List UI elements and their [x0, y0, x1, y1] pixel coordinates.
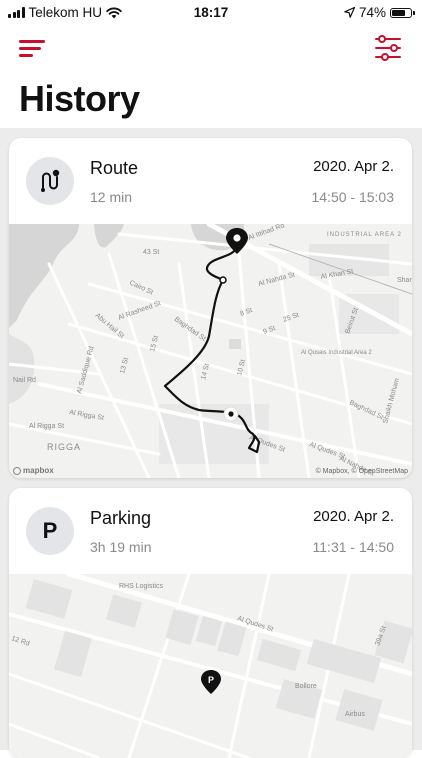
route-title: Route — [90, 158, 139, 178]
map-pin-icon — [226, 228, 248, 254]
street-label: Al Rigga St — [29, 423, 64, 430]
history-list: Route 12 min 2020. Apr 2. 14:50 - 15:03 — [0, 128, 422, 758]
street-label: 13 St — [119, 357, 130, 375]
street-label: Baghdad St — [348, 399, 384, 421]
water-area — [9, 224, 79, 328]
route-date: 2020. Apr 2. — [313, 158, 394, 175]
street-label: RIGGA — [47, 442, 81, 452]
street-label: Sharj — [397, 277, 412, 284]
mapbox-logo[interactable]: mapbox — [13, 466, 54, 475]
park-area — [9, 334, 35, 404]
route-card[interactable]: Route 12 min 2020. Apr 2. 14:50 - 15:03 — [9, 138, 412, 478]
street-label: 10 St — [236, 359, 247, 377]
parking-card[interactable]: P Parking 3h 19 min 2020. Apr 2. 11:31 -… — [9, 488, 412, 758]
map-attribution[interactable]: © Mapbox, © OpenStreetMap — [316, 468, 408, 475]
status-right: 74% — [344, 5, 415, 20]
parking-card-header: P Parking 3h 19 min 2020. Apr 2. 11:31 -… — [9, 488, 412, 574]
route-map[interactable]: Al Ittihad Rd Al Nahda St Al Khan St Cai… — [9, 224, 412, 478]
route-duration: 12 min — [90, 189, 133, 205]
route-icon-badge — [26, 157, 74, 205]
location-arrow-icon — [344, 7, 355, 18]
parking-map-canvas: RHS Logistics Al Qudes St 39a St 12 Rd B… — [9, 574, 412, 758]
buildings — [25, 579, 412, 731]
route-time-range: 14:50 - 15:03 — [311, 189, 394, 205]
parking-icon: P — [42, 518, 58, 543]
parking-duration: 3h 19 min — [90, 539, 152, 555]
street-label: RHS Logistics — [119, 583, 163, 590]
street-label: Airbus — [345, 711, 365, 718]
parking-map[interactable]: RHS Logistics Al Qudes St 39a St 12 Rd B… — [9, 574, 412, 758]
street-label: 14 St — [200, 363, 211, 381]
map-block — [229, 339, 241, 349]
street-label: Al Rigga St — [69, 409, 105, 422]
route-waypoint — [219, 276, 227, 284]
route-icon — [41, 169, 60, 192]
sliders-filter-icon — [375, 35, 401, 61]
street-label: Al Saddique Rd — [76, 346, 95, 395]
parking-date: 2020. Apr 2. — [313, 508, 394, 525]
page-title: History — [19, 78, 140, 119]
route-map-canvas: Al Ittihad Rd Al Nahda St Al Khan St Cai… — [9, 224, 412, 478]
parking-icon-badge: P — [26, 507, 74, 555]
street-label: INDUSTRIAL AREA 2 — [327, 232, 402, 238]
battery-icon — [390, 7, 415, 18]
menu-line — [19, 40, 45, 43]
filter-button[interactable] — [374, 34, 402, 62]
menu-line — [19, 54, 33, 57]
menu-button[interactable] — [19, 37, 45, 59]
street-label: Bollore — [295, 683, 317, 690]
street-label: Al Nahda St — [258, 271, 296, 287]
water-area — [94, 224, 124, 248]
menu-line — [19, 47, 41, 50]
street-label: Al Qusais Industrial Area 2 — [301, 350, 372, 356]
parking-time-range: 11:31 - 14:50 — [312, 539, 394, 555]
parking-pin-icon: P — [201, 670, 221, 694]
status-bar: Telekom HU 18:17 74% — [0, 0, 422, 26]
battery-percent: 74% — [358, 5, 386, 20]
street-label: 8 St — [239, 307, 253, 318]
street-label: Al Ittihad Rd — [247, 224, 285, 242]
parking-title: Parking — [90, 508, 152, 528]
parking-pin-label: P — [208, 675, 214, 685]
street-label: 43 St — [143, 249, 159, 256]
street-label: Cairo St — [128, 279, 154, 296]
route-card-header: Route 12 min 2020. Apr 2. 14:50 - 15:03 — [9, 138, 412, 224]
street-label: Nail Rd — [13, 377, 36, 384]
street-label: 12 Rd — [10, 635, 30, 647]
location-dot-icon — [223, 406, 239, 422]
